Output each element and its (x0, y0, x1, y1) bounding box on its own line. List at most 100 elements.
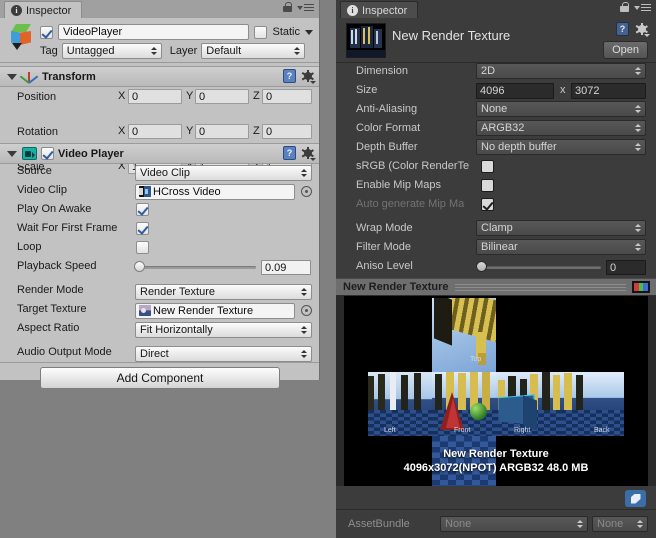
position-label: Position (17, 91, 57, 103)
hamburger-menu-icon[interactable] (297, 3, 314, 12)
position-z-field[interactable]: 0 (262, 89, 312, 104)
video-player-fields: Source Video Clip Video Clip HCross Vide… (0, 164, 319, 362)
video-player-foldout-icon[interactable] (7, 150, 17, 157)
position-y-field[interactable]: 0 (195, 89, 249, 104)
divider (0, 362, 319, 363)
face-label-back: Back (594, 427, 610, 434)
lock-icon[interactable] (620, 2, 629, 13)
row-dimension: Dimension 2D (336, 63, 656, 80)
tag-label: Tag (40, 45, 58, 57)
preview-titlebar[interactable]: New Render Texture (336, 278, 656, 296)
loop-label: Loop (17, 241, 42, 253)
target-texture-object-field[interactable]: New Render Texture (135, 302, 295, 319)
playback-speed-slider[interactable] (134, 260, 256, 274)
tag-dropdown[interactable]: Untagged (61, 43, 162, 59)
gear-icon[interactable] (301, 69, 316, 84)
aspect-ratio-value: Fit Horizontally (140, 323, 213, 336)
gear-icon[interactable] (301, 146, 316, 161)
color-format-dropdown[interactable]: ARGB32 (476, 120, 646, 136)
target-texture-label: Target Texture (17, 303, 87, 315)
cubeface-front: Front (432, 372, 496, 436)
play-on-awake-checkbox[interactable] (136, 203, 149, 216)
gameobject-tag-row: Tag Untagged Layer Default (40, 43, 313, 59)
axis-z-label: Z (253, 125, 260, 137)
left-inspector-body: VideoPlayer Static Tag Untagged Layer De… (0, 18, 319, 389)
help-book-icon[interactable]: ? (283, 146, 296, 160)
row-depth-buffer: Depth Buffer No depth buffer (336, 139, 656, 156)
dimension-label: Dimension (356, 65, 408, 77)
gear-icon[interactable] (635, 22, 650, 37)
filter-mode-dropdown[interactable]: Bilinear (476, 239, 646, 255)
source-dropdown[interactable]: Video Clip (135, 164, 312, 181)
help-book-icon[interactable]: ? (283, 69, 296, 83)
open-button[interactable]: Open (603, 41, 648, 59)
lock-icon[interactable] (283, 2, 292, 13)
enable-mip-maps-checkbox[interactable] (481, 179, 494, 192)
transform-foldout-icon[interactable] (7, 73, 17, 80)
left-tabbar-controls (283, 2, 314, 13)
anti-aliasing-dropdown[interactable]: None (476, 101, 646, 117)
srgb-label: sRGB (Color RenderTe (356, 160, 470, 172)
tag-value: Untagged (66, 45, 115, 57)
row-size: Size 4096 x 3072 (336, 82, 656, 99)
dimension-value: 2D (481, 65, 496, 77)
loop-checkbox[interactable] (136, 241, 149, 254)
size-height-field[interactable]: 3072 (571, 83, 646, 99)
row-playback-speed: Playback Speed 0.09 (0, 259, 319, 276)
audio-output-label: Audio Output Mode (17, 346, 112, 358)
size-label: Size (356, 84, 378, 96)
anti-aliasing-value: None (481, 103, 508, 115)
row-color-format: Color Format ARGB32 (336, 120, 656, 137)
rotation-x-field[interactable]: 0 (128, 124, 182, 139)
dimension-dropdown[interactable]: 2D (476, 63, 646, 79)
hamburger-menu-icon[interactable] (634, 3, 651, 12)
layer-label: Layer (169, 45, 198, 57)
asset-label-tag-icon[interactable] (625, 490, 646, 507)
aspect-ratio-dropdown[interactable]: Fit Horizontally (135, 321, 312, 338)
row-auto-generate-mip-maps: Auto generate Mip Ma (336, 196, 656, 213)
depth-buffer-value: No depth buffer (481, 141, 557, 153)
assetbundle-variant-dropdown[interactable]: None (592, 516, 648, 532)
video-player-enabled-checkbox[interactable] (41, 147, 54, 160)
wrap-mode-dropdown[interactable]: Clamp (476, 220, 646, 236)
preview-caption-name: New Render Texture (443, 448, 549, 460)
rotation-y-field[interactable]: 0 (195, 124, 249, 139)
aniso-level-label: Aniso Level (356, 260, 413, 272)
tab-inspector-left[interactable]: i Inspector (4, 1, 83, 19)
rotation-z-field[interactable]: 0 (262, 124, 312, 139)
rgb-channel-icon[interactable] (632, 281, 650, 293)
audio-output-dropdown[interactable]: Direct (135, 345, 312, 362)
tab-inspector-right[interactable]: i Inspector (340, 1, 419, 19)
transform-component-header[interactable]: Transform ? (0, 66, 319, 87)
playback-speed-field[interactable]: 0.09 (261, 260, 311, 275)
help-book-icon[interactable]: ? (616, 22, 629, 36)
video-clip-object-field[interactable]: HCross Video (135, 183, 295, 200)
video-player-component-header[interactable]: Video Player ? (0, 143, 319, 164)
cubeface-top: Top (432, 298, 496, 372)
position-x-field[interactable]: 0 (128, 89, 182, 104)
face-label-left: Left (384, 427, 396, 434)
depth-buffer-dropdown[interactable]: No depth buffer (476, 139, 646, 155)
layer-dropdown[interactable]: Default (201, 43, 306, 59)
texture-preview-area[interactable]: Top Left Front Right Back New Render Tex… (336, 296, 656, 486)
drag-grip[interactable] (454, 283, 626, 291)
video-clip-label: Video Clip (17, 184, 67, 196)
video-clip-picker-icon[interactable] (301, 186, 312, 197)
cubeface-back: Back (560, 372, 624, 436)
add-component-button[interactable]: Add Component (40, 367, 280, 389)
aniso-level-field[interactable]: 0 (606, 260, 646, 275)
gameobject-enabled-checkbox[interactable] (40, 25, 53, 39)
static-dropdown-caret-icon[interactable] (305, 29, 313, 35)
size-width-field[interactable]: 4096 (476, 83, 554, 99)
layer-value: Default (206, 45, 242, 57)
face-label-top: Top (470, 356, 482, 363)
gameobject-name-input[interactable]: VideoPlayer (58, 24, 250, 40)
static-checkbox[interactable] (254, 25, 268, 39)
assetbundle-name-dropdown[interactable]: None (440, 516, 588, 532)
wait-first-frame-checkbox[interactable] (136, 222, 149, 235)
target-texture-picker-icon[interactable] (301, 305, 312, 316)
aniso-level-slider[interactable] (476, 260, 601, 274)
render-mode-dropdown[interactable]: Render Texture (135, 283, 312, 300)
cubeface-bottom (432, 436, 496, 486)
srgb-checkbox[interactable] (481, 160, 494, 173)
